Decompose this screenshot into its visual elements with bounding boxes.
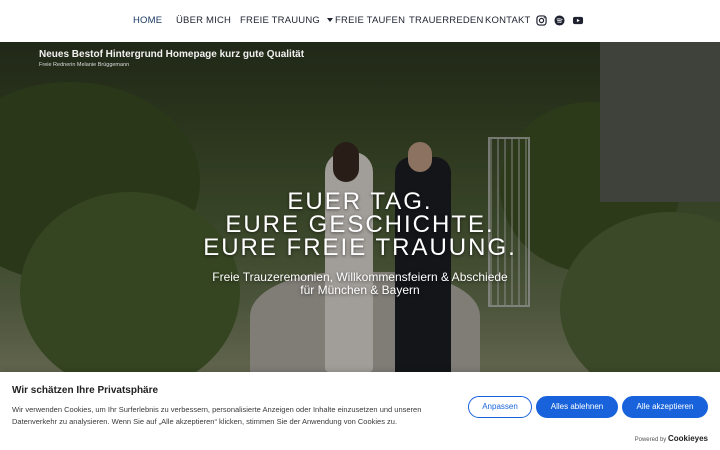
instagram-icon[interactable] — [536, 15, 547, 26]
video-title[interactable]: Neues Bestof Hintergrund Homepage kurz g… — [39, 49, 304, 60]
nav-freie-trauung[interactable]: FREIE TRAUUNG — [240, 15, 334, 26]
nav-kontakt[interactable]: KONTAKT — [485, 15, 531, 26]
top-navigation: HOME ÜBER MICH FREIE TRAUUNG FREIE TAUFE… — [0, 0, 720, 42]
youtube-icon[interactable] — [572, 15, 584, 26]
hero-tagline-line-2: für München & Bayern — [300, 283, 420, 297]
hero-headline-line-2: EURE GESCHICHTE. — [225, 211, 495, 238]
cookie-description: Wir verwenden Cookies, um Ihr Surferlebn… — [12, 405, 422, 426]
cookieyes-logo: Cookieyes — [667, 434, 708, 443]
customize-button[interactable]: Anpassen — [468, 396, 532, 418]
nav-home[interactable]: HOME — [133, 15, 162, 26]
spotify-icon[interactable] — [554, 15, 565, 26]
hero-headline: EUER TAG. EURE GESCHICHTE. EURE FREIE TR… — [0, 188, 720, 261]
powered-by[interactable]: Powered by Cookieyes — [635, 434, 708, 443]
hero-tagline: Freie Trauzeremonien, Willkommensfeiern … — [0, 271, 720, 297]
hero-headline-line-3: EURE FREIE TRAUUNG. — [203, 234, 517, 261]
nav-trauerreden[interactable]: TRAUERREDEN — [409, 15, 484, 26]
hero-headline-line-1: EUER TAG. — [287, 188, 433, 215]
video-channel: Freie Rednerin Melanie Brüggemann — [39, 62, 130, 68]
chevron-down-icon — [327, 18, 334, 22]
cookie-title: Wir schätzen Ihre Privatsphäre — [12, 385, 159, 396]
hero-section: Neues Bestof Hintergrund Homepage kurz g… — [0, 42, 720, 372]
nav-freie-taufen[interactable]: FREIE TAUFEN — [335, 15, 405, 26]
powered-by-label: Powered by — [634, 437, 667, 443]
cookie-banner: Wir schätzen Ihre Privatsphäre Wir verwe… — [0, 372, 720, 450]
nav-ueber-mich[interactable]: ÜBER MICH — [176, 15, 231, 26]
accept-all-button[interactable]: Alle akzeptieren — [622, 396, 708, 418]
nav-freie-trauung-label: FREIE TRAUUNG — [240, 15, 321, 26]
reject-all-button[interactable]: Alles ablehnen — [536, 396, 618, 418]
